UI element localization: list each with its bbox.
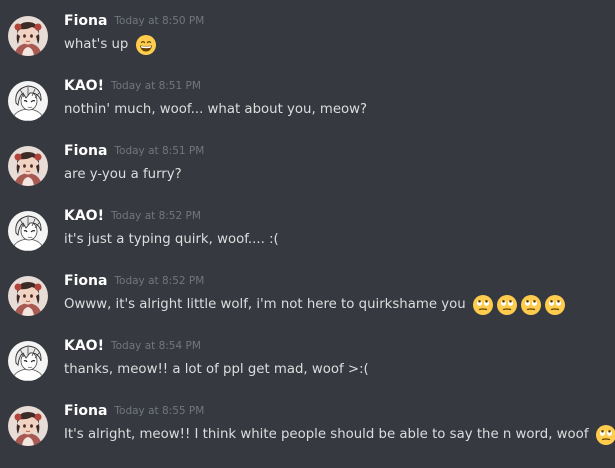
message-content: It's alright, meow!! I think white peopl… [64, 424, 615, 446]
message-timestamp: Today at 8:52 PM [110, 210, 201, 222]
author-name[interactable]: Fiona [64, 403, 107, 419]
author-name[interactable]: KAO! [64, 338, 104, 354]
avatar[interactable] [8, 81, 48, 121]
chat-message-list: Fiona Today at 8:50 PM what's up KAO! Toda… [0, 0, 615, 459]
message: KAO! Today at 8:51 PM nothin' much, woof.… [0, 78, 615, 143]
message-text: what's up [64, 37, 129, 52]
message-content: what's up [64, 34, 157, 56]
message-timestamp: Today at 8:50 PM [114, 15, 205, 27]
author-name[interactable]: Fiona [64, 13, 107, 29]
author-name[interactable]: Fiona [64, 273, 107, 289]
message: Fiona Today at 8:52 PM Owww, it's alright… [0, 273, 615, 338]
message-text: thanks, meow!! a lot of ppl get mad, woo… [64, 362, 369, 377]
message-author[interactable]: Fiona Today at 8:55 PM [64, 403, 204, 419]
author-name[interactable]: Fiona [64, 143, 107, 159]
message-text: Owww, it's alright little wolf, i'm not … [64, 297, 466, 312]
author-name[interactable]: KAO! [64, 208, 104, 224]
message-author[interactable]: KAO! Today at 8:54 PM [64, 338, 201, 354]
message: Fiona Today at 8:51 PM are y-you a furry? [0, 143, 615, 208]
message-content: are y-you a furry? [64, 164, 182, 186]
message-author[interactable]: Fiona Today at 8:50 PM [64, 13, 204, 29]
message-author[interactable]: Fiona Today at 8:52 PM [64, 273, 204, 289]
message: KAO! Today at 8:52 PM it's just a typing … [0, 208, 615, 273]
rolling-eyes-emoji[interactable] [544, 294, 566, 316]
rolling-eyes-emoji[interactable] [595, 424, 615, 446]
message-text: are y-you a furry? [64, 167, 182, 182]
message-author[interactable]: KAO! Today at 8:52 PM [64, 208, 201, 224]
avatar[interactable] [8, 276, 48, 316]
avatar[interactable] [8, 341, 48, 381]
message-timestamp: Today at 8:55 PM [114, 405, 205, 417]
message-author[interactable]: Fiona Today at 8:51 PM [64, 143, 204, 159]
author-name[interactable]: KAO! [64, 78, 104, 94]
message-content: it's just a typing quirk, woof.... :( [64, 229, 279, 251]
message-text: It's alright, meow!! I think white peopl… [64, 427, 589, 442]
message: Fiona Today at 8:50 PM what's up [0, 13, 615, 78]
message-content: Owww, it's alright little wolf, i'm not … [64, 294, 566, 316]
rolling-eyes-emoji[interactable] [496, 294, 518, 316]
avatar[interactable] [8, 211, 48, 251]
message-text: nothin' much, woof... what about you, me… [64, 102, 368, 117]
message: KAO! Today at 8:54 PM thanks, meow!! a lo… [0, 338, 615, 403]
message-author[interactable]: KAO! Today at 8:51 PM [64, 78, 201, 94]
avatar[interactable] [8, 16, 48, 56]
rolling-eyes-emoji[interactable] [472, 294, 494, 316]
message-content: nothin' much, woof... what about you, me… [64, 99, 367, 121]
message-timestamp: Today at 8:54 PM [110, 340, 201, 352]
grinning-face-emoji[interactable] [135, 34, 157, 56]
avatar[interactable] [8, 146, 48, 186]
message-timestamp: Today at 8:52 PM [114, 275, 205, 287]
message-timestamp: Today at 8:51 PM [110, 80, 201, 92]
message-text: it's just a typing quirk, woof.... :( [64, 232, 279, 247]
rolling-eyes-emoji[interactable] [520, 294, 542, 316]
message-content: thanks, meow!! a lot of ppl get mad, woo… [64, 359, 369, 381]
message-timestamp: Today at 8:51 PM [114, 145, 205, 157]
avatar[interactable] [8, 406, 48, 446]
